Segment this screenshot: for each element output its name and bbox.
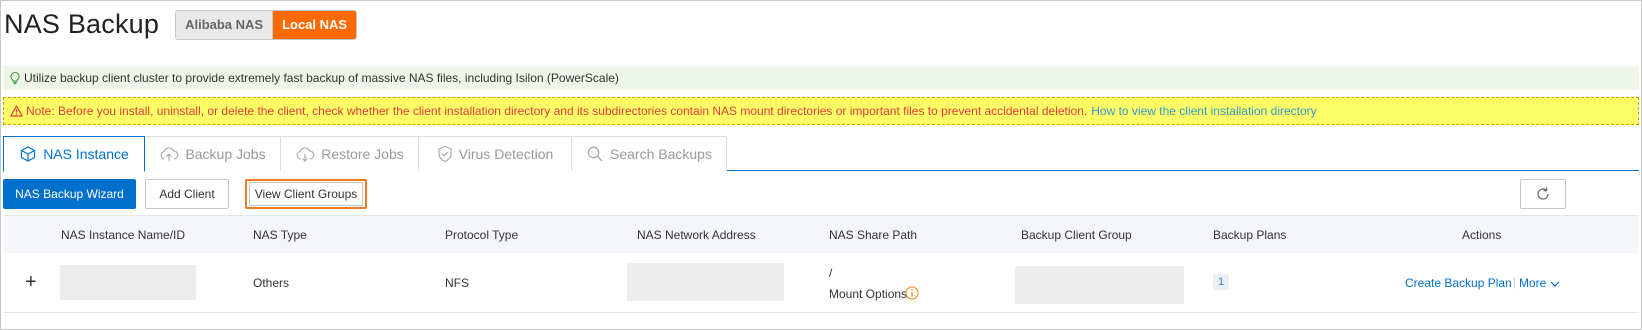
tab-restore-jobs[interactable]: Restore Jobs <box>280 136 419 171</box>
lightbulb-icon <box>10 71 20 85</box>
expand-row-icon[interactable]: + <box>25 271 37 294</box>
action-divider: | <box>1513 275 1517 289</box>
refresh-button[interactable] <box>1520 179 1566 209</box>
column-header-client-group: Backup Client Group <box>1021 228 1132 242</box>
view-client-groups-label: View Client Groups <box>249 182 363 206</box>
refresh-icon <box>1537 187 1549 200</box>
table-header: NAS Instance Name/ID NAS Type Protocol T… <box>3 215 1639 253</box>
page-header: NAS Backup Alibaba NAS Local NAS <box>4 4 358 44</box>
chevron-down-icon <box>1550 281 1560 287</box>
tab-label: Search Backups <box>610 146 712 162</box>
cube-icon <box>21 146 36 162</box>
warning-text: Note: Before you install, uninstall, or … <box>26 104 1088 118</box>
cloud-download-icon <box>296 147 315 162</box>
tab-bar: NAS Instance Backup Jobs Restore Jobs Vi… <box>3 136 1639 172</box>
column-header-protocol: Protocol Type <box>445 228 519 242</box>
column-header-share-path: NAS Share Path <box>829 228 918 242</box>
redacted-network-address <box>627 263 784 301</box>
nas-source-switch: Alibaba NAS Local NAS <box>175 10 358 40</box>
add-client-button[interactable]: Add Client <box>145 179 229 209</box>
tip-text: Utilize backup client cluster to provide… <box>24 71 619 85</box>
local-nas-option[interactable]: Local NAS <box>273 11 357 39</box>
view-client-groups-button[interactable]: View Client Groups <box>245 179 367 209</box>
warning-banner: Note: Before you install, uninstall, or … <box>3 97 1639 125</box>
more-actions-link[interactable]: More <box>1519 276 1560 290</box>
client-directory-help-link[interactable]: How to view the client installation dire… <box>1091 104 1316 118</box>
mount-options-label: Mount Options <box>829 287 908 301</box>
cell-share-path: / <box>829 266 833 280</box>
cell-nas-type: Others <box>253 276 290 290</box>
redacted-instance-name <box>60 265 196 300</box>
tab-backup-jobs[interactable]: Backup Jobs <box>144 136 281 171</box>
warning-icon <box>10 105 23 117</box>
create-backup-plan-link[interactable]: Create Backup Plan <box>1405 276 1512 290</box>
tab-label: Backup Jobs <box>185 146 266 162</box>
tab-label: Restore Jobs <box>321 146 404 162</box>
table-row: + Others NFS / Mount Options 1 Create Ba… <box>3 253 1639 313</box>
column-header-instance: NAS Instance Name/ID <box>61 228 186 242</box>
backup-plans-count-badge[interactable]: 1 <box>1213 274 1229 290</box>
column-header-actions: Actions <box>1462 228 1502 242</box>
nas-backup-wizard-button[interactable]: NAS Backup Wizard <box>3 179 136 209</box>
redacted-client-group <box>1015 266 1184 304</box>
column-header-backup-plans: Backup Plans <box>1213 228 1287 242</box>
column-header-network-address: NAS Network Address <box>637 228 756 242</box>
shield-check-icon <box>438 145 452 163</box>
tab-label: NAS Instance <box>43 146 129 162</box>
tab-search-backups[interactable]: Search Backups <box>571 136 727 171</box>
info-icon[interactable] <box>905 286 919 300</box>
cell-protocol: NFS <box>445 276 469 290</box>
info-tip: Utilize backup client cluster to provide… <box>3 66 1639 90</box>
tab-nas-instance[interactable]: NAS Instance <box>3 136 145 172</box>
column-header-nas-type: NAS Type <box>253 228 307 242</box>
search-icon <box>587 146 603 162</box>
tab-virus-detection[interactable]: Virus Detection <box>418 136 572 171</box>
cloud-upload-icon <box>161 147 179 161</box>
page-title: NAS Backup <box>4 8 160 39</box>
more-label: More <box>1519 276 1547 290</box>
tab-label: Virus Detection <box>458 146 554 162</box>
alibaba-nas-option[interactable]: Alibaba NAS <box>176 11 274 39</box>
